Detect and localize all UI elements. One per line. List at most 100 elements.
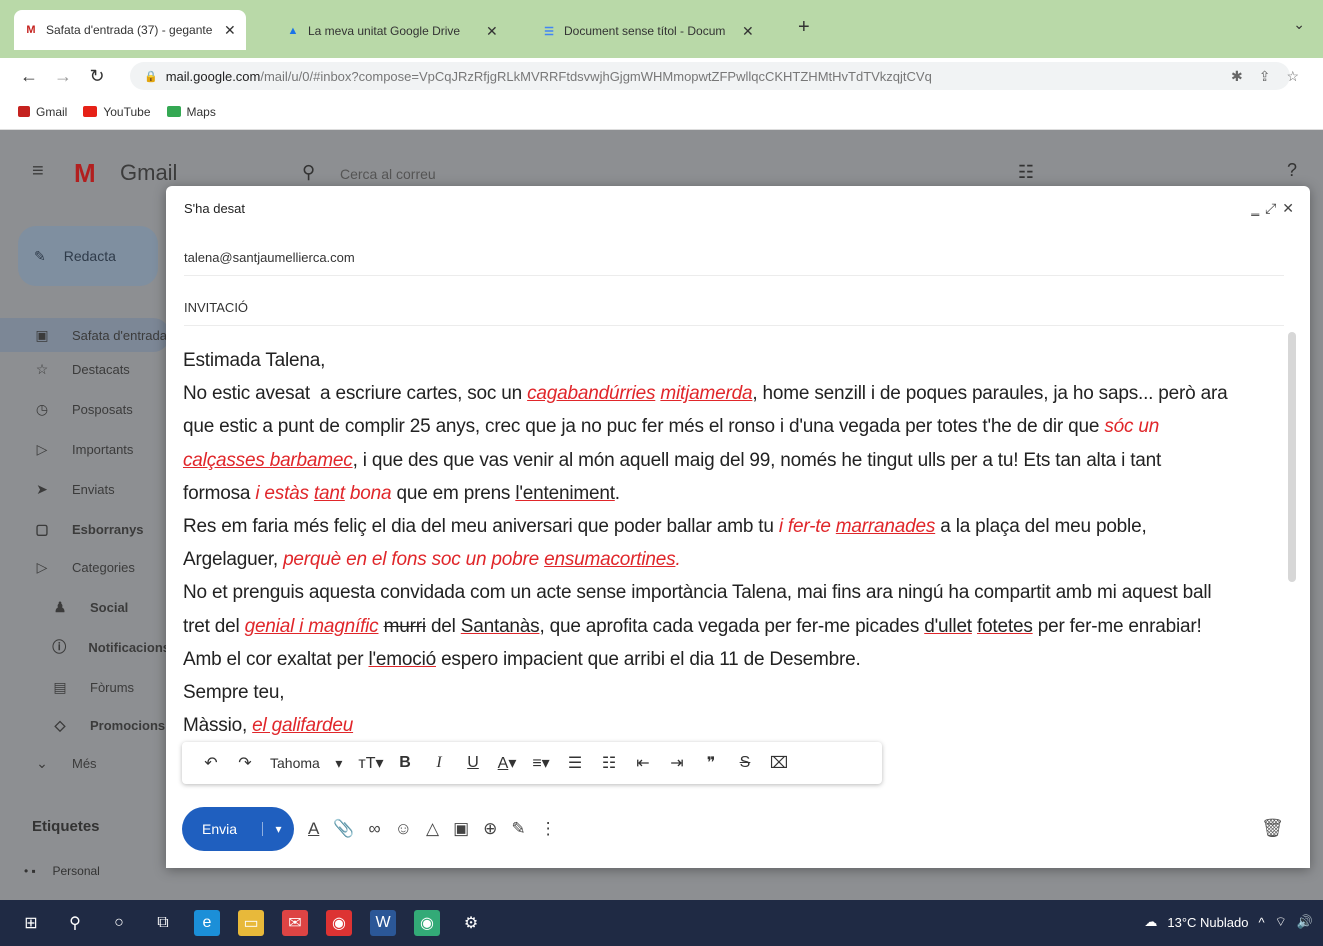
label-personal[interactable]: • ▪ Personal (24, 864, 100, 878)
sidebar-item-promotions[interactable]: ◇ Promocions (0, 708, 170, 742)
volume-icon[interactable]: 🔊 (1297, 914, 1313, 930)
minimize-icon[interactable]: ‗ (1251, 200, 1259, 217)
tab-docs[interactable]: ☰ Document sense títol - Docum ✕ (532, 14, 764, 48)
sidebar-item-drafts[interactable]: ▢ Esborranys (0, 512, 170, 546)
extension-icon[interactable]: ✱ (1231, 68, 1243, 85)
close-tab-icon[interactable]: ✕ (486, 23, 498, 40)
expand-icon[interactable]: ⤢ (1265, 200, 1276, 217)
reload-icon[interactable]: ↻ (80, 66, 114, 87)
formatting-toolbar: ↶ ↷ Tahoma ▾ тT▾ B I U A▾ ≡▾ ☰ ☷ ⇤ ⇥ ❞ S… (182, 742, 882, 784)
schedule-send-icon[interactable]: ▾ (262, 822, 294, 836)
sidebar-item-social[interactable]: ♟ Social (0, 590, 170, 624)
help-icon[interactable]: ? (1287, 160, 1297, 181)
task-view-icon[interactable]: ⧉ (150, 910, 176, 936)
sidebar-item-inbox[interactable]: ▣ Safata d'entrada (0, 318, 170, 352)
sidebar-item-label: Categories (72, 559, 135, 575)
sidebar-item-label: Social (90, 599, 129, 615)
bookmark-youtube[interactable]: YouTube (83, 105, 151, 119)
tab-drive[interactable]: ▲ La meva unitat Google Drive ✕ (276, 14, 508, 48)
remove-formatting-icon[interactable]: ⌧ (762, 753, 796, 773)
word-icon[interactable]: W (370, 910, 396, 936)
trash-icon[interactable]: 🗑 (1261, 818, 1284, 839)
network-icon[interactable]: ⌔ (1275, 914, 1287, 930)
back-icon[interactable]: ← (12, 66, 46, 87)
bold-icon[interactable]: B (388, 754, 422, 772)
attach-icon[interactable]: 📎 (333, 819, 354, 839)
sidebar-item-updates[interactable]: ⓘ Notificacions (0, 630, 170, 664)
italic-icon[interactable]: I (422, 754, 456, 772)
indent-less-icon[interactable]: ⇤ (626, 753, 660, 773)
settings-icon[interactable]: ⚙ (458, 910, 484, 936)
tab-gmail[interactable]: M Safata d'entrada (37) - gegante ✕ (14, 10, 246, 50)
undo-icon[interactable]: ↶ (194, 753, 228, 773)
greeting: Estimada Talena, (183, 350, 326, 371)
bookmark-maps[interactable]: Maps (166, 105, 216, 119)
url-input[interactable]: 🔒 mail.google.com/mail/u/0/#inbox?compos… (130, 62, 1290, 90)
search-input[interactable]: Cerca al correu (340, 166, 436, 182)
bookmark-gmail[interactable]: Gmail (18, 105, 67, 119)
confidential-icon[interactable]: ⊕ (483, 819, 497, 839)
sidebar-item-snoozed[interactable]: ◷ Posposats (0, 392, 170, 426)
indent-more-icon[interactable]: ⇥ (660, 753, 694, 773)
redo-icon[interactable]: ↷ (228, 753, 262, 773)
body-line-3: que estic a punt de complir 25 anys, cre… (183, 416, 1160, 438)
url-host: mail.google.com (165, 68, 261, 84)
labels-heading: Etiquetes (32, 818, 100, 835)
gmail-header: ≡ M Gmail ⚲ Cerca al correu ☷ ? (0, 130, 1323, 194)
message-body[interactable]: Estimada Talena, No estic avesat a escri… (183, 344, 1268, 742)
strikethrough-icon[interactable]: S (728, 754, 762, 772)
cortana-icon[interactable]: ○ (106, 910, 132, 936)
drive-icon[interactable]: △ (426, 819, 439, 839)
forward-icon[interactable]: → (46, 66, 80, 87)
sidebar-item-more[interactable]: ⌄ Més (0, 746, 170, 780)
new-tab-button[interactable]: + (798, 16, 810, 39)
share-icon[interactable]: ⇪ (1259, 68, 1271, 85)
more-options-icon[interactable]: ⋮ (540, 819, 557, 839)
sidebar-item-important[interactable]: ▷ Importants (0, 432, 170, 466)
align-icon[interactable]: ≡▾ (524, 753, 558, 773)
sidebar-item-starred[interactable]: ☆ Destacats (0, 352, 170, 386)
mail-icon[interactable]: ✉ (282, 910, 308, 936)
body-scrollbar[interactable] (1288, 332, 1296, 582)
file-explorer-icon[interactable]: ▭ (238, 910, 264, 936)
close-tab-icon[interactable]: ✕ (224, 22, 236, 39)
close-icon[interactable]: ✕ (1282, 200, 1294, 217)
recipient-chip[interactable]: talena@santjaumellierca.com (184, 250, 355, 265)
to-field[interactable]: talena@santjaumellierca.com (184, 240, 1284, 276)
tray-chevron-icon[interactable]: ^ (1258, 915, 1264, 930)
compose-button[interactable]: ✎ Redacta (18, 226, 158, 286)
close-tab-icon[interactable]: ✕ (742, 23, 754, 40)
edge-icon[interactable]: e (194, 910, 220, 936)
link-icon[interactable]: ∞ (369, 819, 381, 839)
body-line-8: No et prenguis aquesta convidada com un … (183, 582, 1212, 604)
gmail-icon (18, 106, 30, 117)
text-size-icon[interactable]: тT▾ (354, 753, 388, 773)
send-button[interactable]: Envia ▾ (182, 807, 294, 851)
chrome-alt-icon[interactable]: ◉ (414, 910, 440, 936)
photo-icon[interactable]: ▣ (453, 819, 469, 839)
bulleted-list-icon[interactable]: ☷ (592, 753, 626, 773)
sidebar-item-sent[interactable]: ➤ Enviats (0, 472, 170, 506)
chevron-down-icon: ⌄ (36, 754, 48, 771)
formatting-options-icon[interactable]: A (308, 819, 319, 839)
gmail-logo-icon[interactable]: M (74, 158, 96, 189)
main-menu-icon[interactable]: ≡ (32, 160, 44, 183)
search-options-icon[interactable]: ☷ (1018, 162, 1034, 183)
sidebar-item-forums[interactable]: ▤ Fòrums (0, 670, 170, 704)
search-icon[interactable]: ⚲ (302, 162, 315, 183)
quote-icon[interactable]: ❞ (694, 753, 728, 773)
start-icon[interactable]: ⊞ (18, 910, 44, 936)
signature-icon[interactable]: ✎ (511, 819, 525, 839)
emoji-icon[interactable]: ☺ (395, 819, 412, 839)
underline-icon[interactable]: U (456, 754, 490, 772)
bookmark-star-icon[interactable]: ☆ (1286, 68, 1299, 85)
tab-search-icon[interactable]: ⌄ (1293, 16, 1305, 33)
search-icon[interactable]: ⚲ (62, 910, 88, 936)
sidebar-item-categories[interactable]: ▷ Categories (0, 550, 170, 584)
text-color-icon[interactable]: A▾ (490, 753, 524, 773)
weather-text[interactable]: 13°C Nublado (1167, 915, 1248, 930)
chrome-icon[interactable]: ◉ (326, 910, 352, 936)
font-select[interactable]: Tahoma ▾ (262, 755, 354, 772)
subject-field[interactable]: INVITACIÓ (184, 290, 1284, 326)
numbered-list-icon[interactable]: ☰ (558, 753, 592, 773)
